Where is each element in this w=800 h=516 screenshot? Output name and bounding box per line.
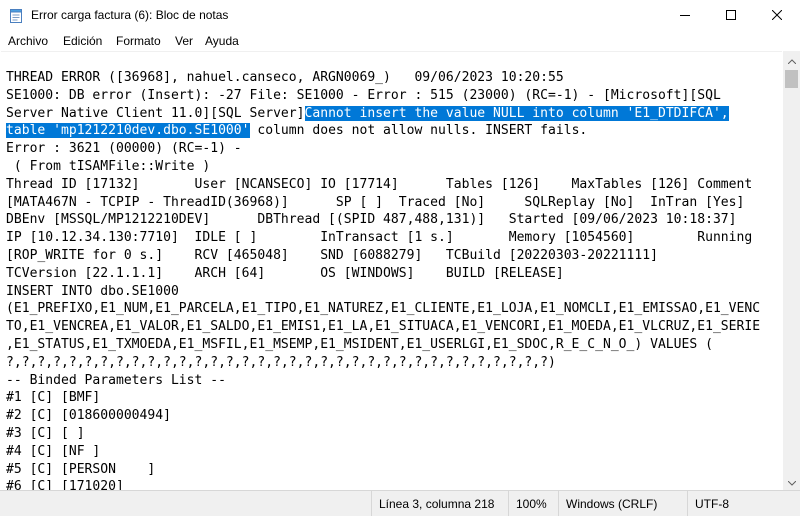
text-line: Error : 3621 (00000) (RC=-1) -: [6, 141, 242, 157]
maximize-button[interactable]: [708, 0, 754, 31]
text-line: SE1000: DB error (Insert): -27 File: SE1…: [6, 87, 721, 103]
minimize-button[interactable]: [662, 0, 708, 31]
menu-formato[interactable]: Formato: [116, 34, 161, 48]
text-line: TCVersion [22.1.1.1] ARCH [64] OS [WINDO…: [6, 265, 564, 281]
text-line: -- Binded Parameters List --: [6, 372, 226, 388]
document-text[interactable]: THREAD ERROR ([36968], nahuel.canseco, A…: [6, 69, 760, 491]
scroll-down-button[interactable]: [783, 473, 800, 490]
text-line: INSERT INTO dbo.SE1000: [6, 283, 179, 299]
text-line: (E1_PREFIXO,E1_NUM,E1_PARCELA,E1_TIPO,E1…: [6, 301, 761, 317]
text-line: ?,?,?,?,?,?,?,?,?,?,?,?,?,?,?,?,?,?,?,?,…: [6, 354, 556, 370]
title-bar[interactable]: Error carga factura (6): Bloc de notas: [0, 0, 800, 31]
cursor-position-label: Línea 3, columna 218: [379, 496, 495, 511]
encoding: UTF-8: [687, 491, 800, 516]
text-line: [ROP_WRITE for 0 s.] RCV [465048] SND [6…: [6, 247, 658, 263]
text-line: [MATA467N - TCPIP - ThreadID(36968)] SP …: [6, 194, 745, 210]
text-line: TO,E1_VENCREA,E1_VALOR,E1_SALDO,E1_EMIS1…: [6, 319, 761, 335]
text-line: IP [10.12.34.130:7710] IDLE [ ] InTransa…: [6, 230, 753, 246]
text-line: THREAD ERROR ([36968], nahuel.canseco, A…: [6, 70, 564, 85]
text-line: #1 [C] [BMF]: [6, 390, 101, 406]
text-selection: Cannot insert the value NULL into column…: [304, 105, 729, 121]
text-selection: table 'mp1212210dev.dbo.SE1000': [6, 123, 250, 139]
text-line: Thread ID [17132] User [NCANSECO] IO [17…: [6, 176, 753, 192]
text-line: ( From tISAMFile::Write ): [6, 158, 211, 174]
close-button[interactable]: [754, 0, 800, 31]
encoding-label: UTF-8: [695, 496, 729, 511]
text-line: column does not allow nulls. INSERT fail…: [249, 123, 588, 139]
chevron-up-icon: [787, 51, 796, 69]
menu-ver[interactable]: Ver: [175, 34, 193, 48]
cursor-position: Línea 3, columna 218: [371, 491, 508, 516]
line-ending-label: Windows (CRLF): [566, 496, 658, 511]
zoom-level-label: 100%: [516, 496, 547, 511]
menu-archivo[interactable]: Archivo: [8, 34, 48, 48]
text-line: ,E1_STATUS,E1_TXMOEDA,E1_MSFIL,E1_MSEMP,…: [6, 336, 713, 352]
minimize-icon: [680, 7, 690, 25]
close-icon: [771, 7, 783, 25]
vertical-scrollbar[interactable]: [783, 51, 800, 490]
menu-ayuda[interactable]: Ayuda: [205, 34, 239, 48]
text-line: #4 [C] [NF ]: [6, 443, 101, 459]
menu-bar: Archivo Edición Formato Ver Ayuda: [0, 31, 800, 51]
text-line: #2 [C] [018600000494]: [6, 408, 171, 424]
text-editor[interactable]: THREAD ERROR ([36968], nahuel.canseco, A…: [1, 51, 782, 491]
zoom-level: 100%: [508, 491, 558, 516]
line-ending: Windows (CRLF): [558, 491, 687, 516]
menu-edicion[interactable]: Edición: [63, 34, 102, 48]
chevron-down-icon: [787, 473, 796, 491]
maximize-icon: [726, 7, 736, 25]
text-line: DBEnv [MSSQL/MP1212210DEV] DBThread [(SP…: [6, 212, 737, 228]
text-line: #5 [C] [PERSON ]: [6, 461, 156, 477]
notepad-icon: [8, 8, 24, 24]
text-line: #3 [C] [ ]: [6, 425, 85, 441]
scrollbar-thumb[interactable]: [785, 70, 798, 88]
window-title: Error carga factura (6): Bloc de notas: [31, 8, 229, 22]
status-bar: Línea 3, columna 218 100% Windows (CRLF)…: [0, 490, 800, 516]
scroll-up-button[interactable]: [783, 51, 800, 68]
text-line: Server Native Client 11.0][SQL Server]: [6, 105, 305, 121]
